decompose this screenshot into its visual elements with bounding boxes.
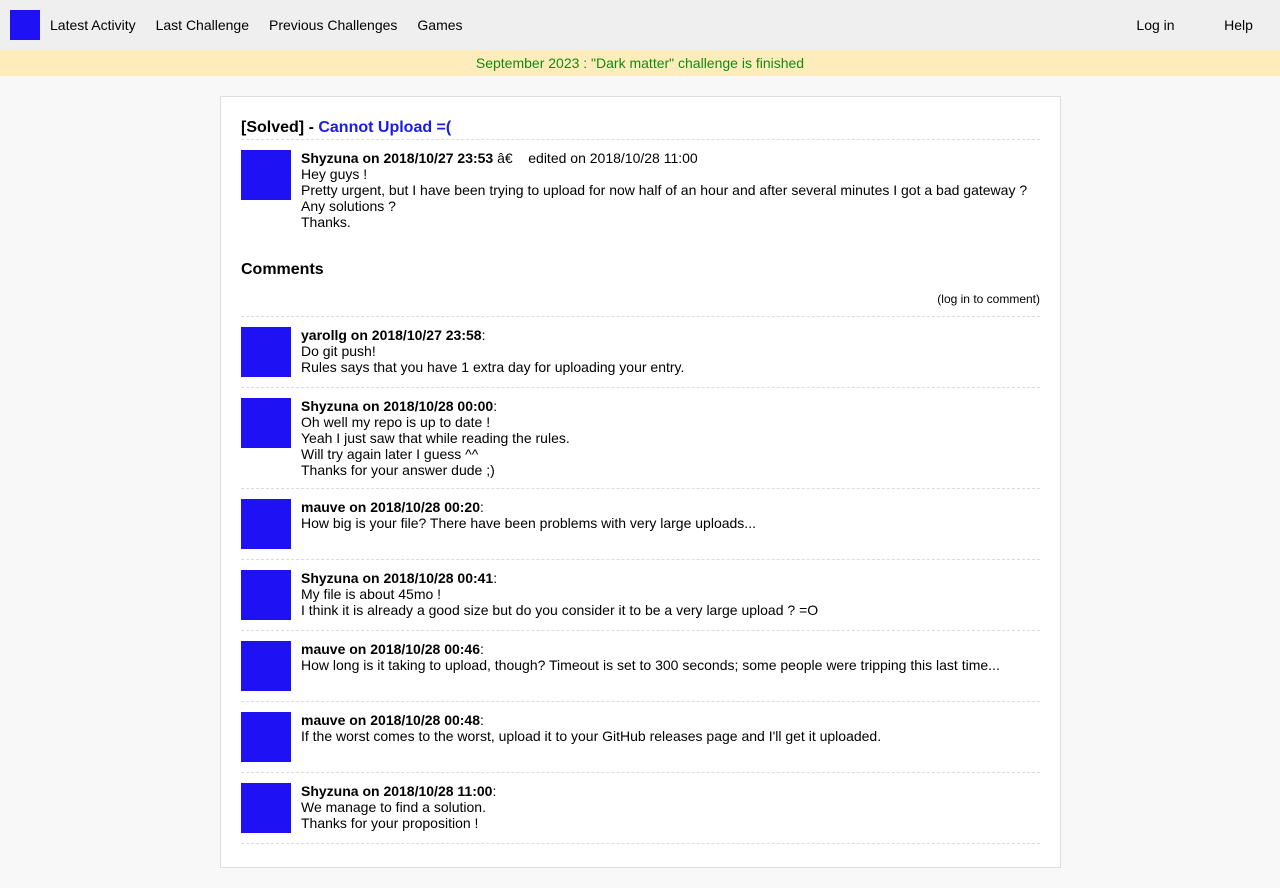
original-post: Shyzuna on 2018/10/27 23:53 â€ edited on…	[241, 140, 1040, 240]
post-author: Shyzuna on 2018/10/27 23:53	[301, 150, 494, 166]
avatar	[241, 398, 291, 448]
comment-list: yarollg on 2018/10/27 23:58: Do git push!…	[241, 317, 1040, 844]
comment-author: Shyzuna on 2018/10/28 00:41	[301, 570, 494, 586]
login-link[interactable]: Log in	[1114, 17, 1197, 33]
comment-author: mauve on 2018/10/28 00:20	[301, 499, 481, 515]
announcement-banner[interactable]: September 2023 : "Dark matter" challenge…	[0, 50, 1280, 76]
comment-line: How long is it taking to upload, though?…	[301, 657, 1000, 673]
post-line: Any solutions ?	[301, 198, 396, 214]
nav-last-challenge[interactable]: Last Challenge	[156, 17, 249, 33]
comment-author: yarollg on 2018/10/27 23:58	[301, 327, 482, 343]
status-label: [Solved] -	[241, 119, 319, 136]
nav-games[interactable]: Games	[417, 17, 462, 33]
edited-info: edited on 2018/10/28 11:00	[528, 150, 698, 166]
comment: Shyzuna on 2018/10/28 00:41: My file is a…	[241, 560, 1040, 631]
separator: â€	[493, 150, 529, 166]
post-line: Thanks.	[301, 214, 351, 230]
comment-line: Thanks for your proposition !	[301, 815, 479, 831]
comment-line: How big is your file? There have been pr…	[301, 515, 756, 531]
comment: mauve on 2018/10/28 00:20: How big is you…	[241, 489, 1040, 560]
avatar	[241, 327, 291, 377]
thread-title-link[interactable]: Cannot Upload =(	[318, 119, 451, 136]
comment-author: Shyzuna on 2018/10/28 11:00	[301, 783, 493, 799]
comment-author: mauve on 2018/10/28 00:46	[301, 641, 481, 657]
avatar	[241, 712, 291, 762]
comment-line: Do git push!	[301, 343, 376, 359]
comment-line: Thanks for your answer dude ;)	[301, 462, 495, 478]
comment: mauve on 2018/10/28 00:48: If the worst c…	[241, 702, 1040, 773]
top-nav: Latest Activity Last Challenge Previous …	[0, 0, 1280, 50]
post-line: Hey guys !	[301, 166, 368, 182]
comment-line: Will try again later I guess ^^	[301, 446, 479, 462]
avatar	[241, 783, 291, 833]
comment-line: Rules says that you have 1 extra day for…	[301, 359, 685, 375]
avatar	[241, 641, 291, 691]
comment-author: Shyzuna on 2018/10/28 00:00	[301, 398, 494, 414]
login-to-comment[interactable]: (log in to comment)	[241, 292, 1040, 317]
comment-line: Yeah I just saw that while reading the r…	[301, 430, 570, 446]
comments-heading: Comments	[241, 261, 324, 278]
avatar	[241, 570, 291, 620]
comment: Shyzuna on 2018/10/28 11:00: We manage to…	[241, 773, 1040, 844]
post-line: Pretty urgent, but I have been trying to…	[301, 182, 1028, 198]
comment: yarollg on 2018/10/27 23:58: Do git push!…	[241, 317, 1040, 388]
thread-title: [Solved] - Cannot Upload =(	[241, 118, 1040, 140]
comment-line: I think it is already a good size but do…	[301, 602, 819, 618]
colon: :	[493, 570, 498, 586]
colon: :	[493, 398, 498, 414]
avatar	[241, 499, 291, 549]
logo[interactable]	[10, 10, 40, 40]
colon: :	[481, 327, 486, 343]
nav-previous-challenges[interactable]: Previous Challenges	[269, 17, 397, 33]
comment-line: If the worst comes to the worst, upload …	[301, 728, 882, 744]
avatar	[241, 150, 291, 200]
colon: :	[480, 641, 484, 657]
nav-latest-activity[interactable]: Latest Activity	[50, 17, 136, 33]
comment-line: Oh well my repo is up to date !	[301, 414, 491, 430]
comment-line: My file is about 45mo !	[301, 586, 442, 602]
thread-card: [Solved] - Cannot Upload =( Shyzuna on 2…	[220, 96, 1061, 868]
comment: mauve on 2018/10/28 00:46: How long is it…	[241, 631, 1040, 702]
help-link[interactable]: Help	[1197, 17, 1280, 33]
colon: :	[480, 712, 484, 728]
comment-line: We manage to find a solution.	[301, 799, 486, 815]
comment-author: mauve on 2018/10/28 00:48	[301, 712, 481, 728]
comment: Shyzuna on 2018/10/28 00:00: Oh well my r…	[241, 388, 1040, 489]
colon: :	[480, 499, 484, 515]
colon: :	[492, 783, 497, 799]
